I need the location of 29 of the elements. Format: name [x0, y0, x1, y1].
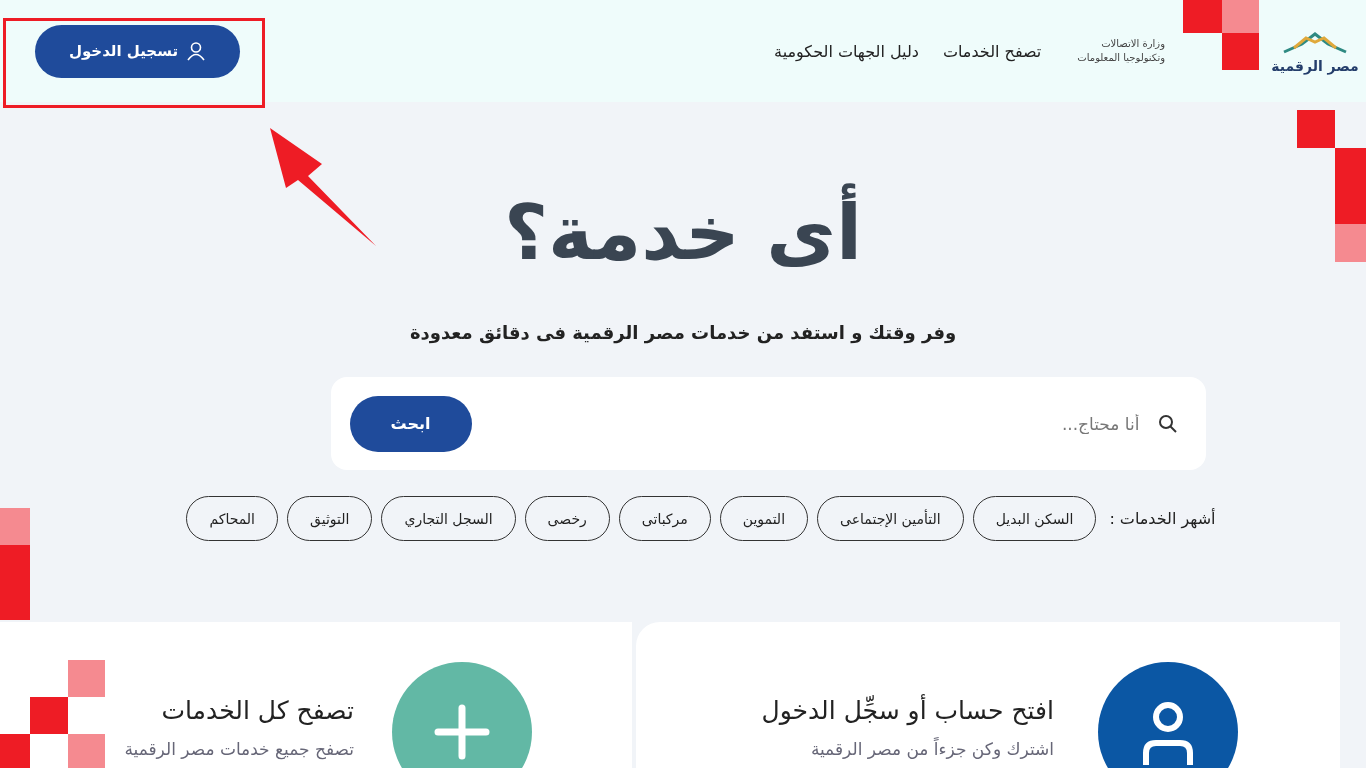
card-text: اشترك وكن جزءاً من مصر الرقمية — [809, 739, 1054, 759]
pixel-square — [1222, 0, 1259, 33]
user-icon — [186, 41, 207, 61]
hero-title: أى خدمة؟ — [503, 180, 863, 287]
pixel-square — [1335, 224, 1366, 262]
pixel-square — [30, 697, 68, 734]
search-button[interactable]: ابحث — [349, 395, 472, 452]
login-button[interactable]: تسجيل الدخول — [35, 24, 240, 78]
pixel-square — [1335, 186, 1366, 224]
pixel-square — [1335, 148, 1366, 186]
logo-text: مصر الرقمية — [1271, 58, 1359, 74]
pixel-square — [1183, 0, 1223, 33]
hero-subtitle: وفر وقتك و استفد من خدمات مصر الرقمية فى دقائق معدودة — [409, 322, 957, 344]
pixel-square — [1297, 110, 1335, 148]
ministry-text: وزارة الاتصالات — [1100, 37, 1165, 51]
service-card[interactable]: تصفح كل الخدمات تصفح جميع خدمات مصر الرقمية — [0, 622, 632, 768]
nav-link[interactable]: دليل الجهات الحكومية — [774, 41, 919, 61]
pixel-square — [68, 660, 105, 697]
card-text: تصفح جميع خدمات مصر الرقمية — [124, 739, 354, 759]
card-title: افتح حساب أو سجِّل الدخول — [761, 696, 1054, 725]
nav-link[interactable]: تصفح الخدمات — [942, 41, 1042, 61]
pixel-square — [1222, 33, 1259, 70]
pixel-square — [68, 734, 105, 768]
service-card[interactable]: افتح حساب أو سجِّل الدخول اشترك وكن جزءاً من مصر الرقمية — [636, 622, 1340, 768]
pixel-square — [0, 734, 30, 768]
search-icon — [1157, 413, 1178, 434]
ministry-text: وتكنولوجيا المعلومات — [1077, 51, 1165, 65]
popular-label: أشهر الخدمات : — [1109, 509, 1216, 529]
card-title: تصفح كل الخدمات — [160, 696, 354, 725]
